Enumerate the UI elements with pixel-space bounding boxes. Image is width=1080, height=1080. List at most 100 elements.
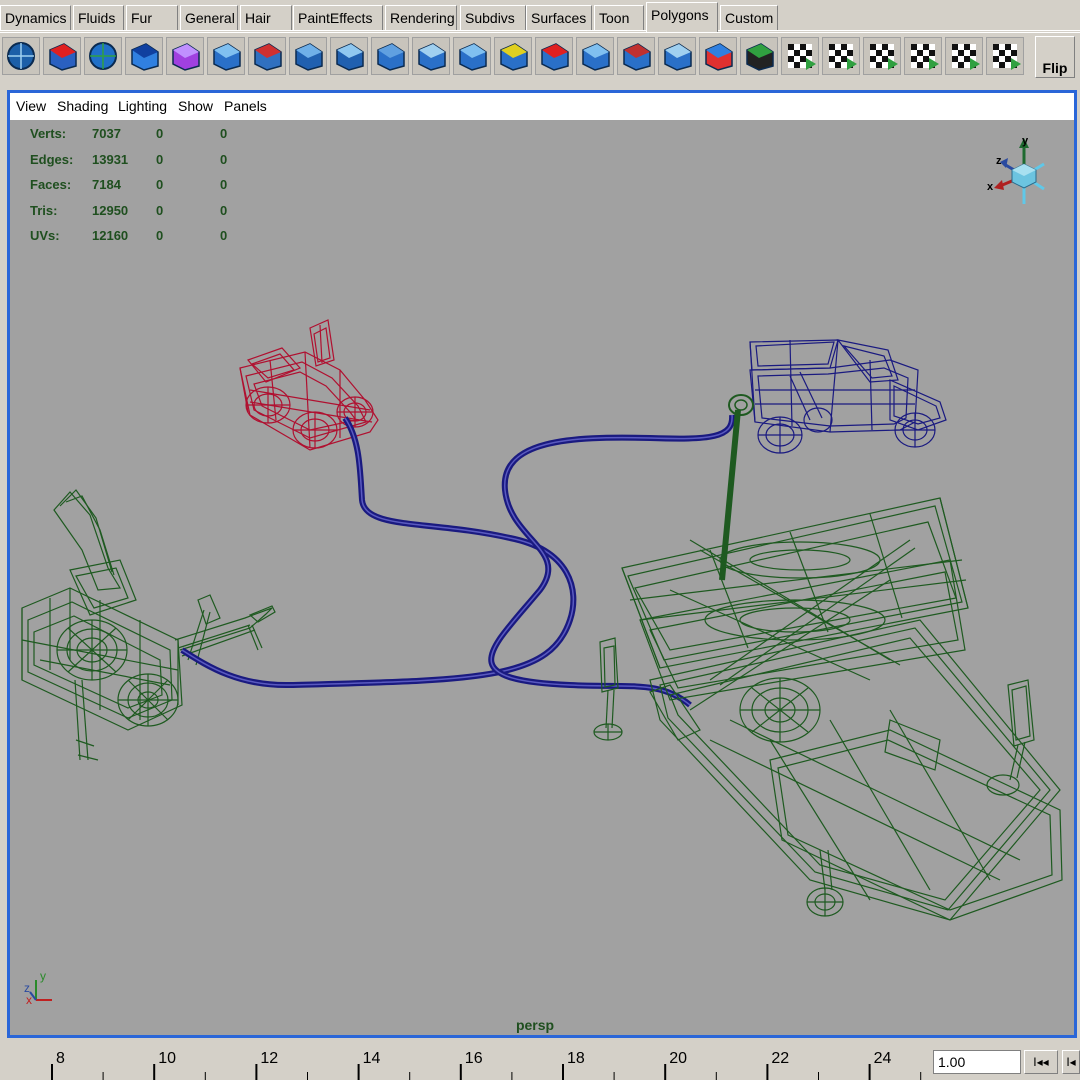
green-scissor-lift-trailer bbox=[593, 497, 1063, 921]
shelf-tab-fluids[interactable]: Fluids bbox=[73, 5, 124, 30]
spherical-map-icon bbox=[911, 44, 939, 70]
sphere-split-tool-button[interactable] bbox=[84, 37, 122, 75]
red-vehicle bbox=[239, 319, 379, 451]
purple-cube-icon bbox=[172, 43, 200, 71]
menu-show[interactable]: Show bbox=[178, 98, 213, 114]
shelf-tab-dynamics[interactable]: Dynamics bbox=[0, 5, 71, 30]
sphere-split-icon bbox=[89, 42, 117, 70]
time-tick-label: 22 bbox=[771, 1050, 789, 1067]
hud-row-tris: Tris: 12950 0 0 bbox=[10, 203, 310, 223]
extrude-edge-tool-button[interactable] bbox=[289, 37, 327, 75]
blue-cables bbox=[180, 414, 736, 708]
time-tick-label: 8 bbox=[56, 1050, 65, 1067]
quadrangulate-tool-button[interactable] bbox=[699, 37, 737, 75]
hud-highlighted: 0 bbox=[220, 177, 228, 192]
hud-selected: 0 bbox=[156, 228, 164, 243]
hud-selected: 0 bbox=[156, 126, 164, 141]
bevel-icon bbox=[336, 43, 364, 71]
purple-cube-tool-button[interactable] bbox=[166, 37, 204, 75]
time-tick-label: 24 bbox=[874, 1050, 892, 1067]
hud-total: 13931 bbox=[92, 151, 129, 167]
box-icon bbox=[418, 43, 446, 71]
cylindrical-map-tool-button[interactable] bbox=[863, 37, 901, 75]
cut-faces-tool-button[interactable] bbox=[248, 37, 286, 75]
hud-row-verts: Verts: 7037 0 0 bbox=[10, 126, 310, 146]
shelf-tab-fur[interactable]: Fur bbox=[126, 5, 178, 30]
shelf-tab-toon[interactable]: Toon bbox=[594, 5, 644, 30]
svg-text:y: y bbox=[1022, 135, 1029, 147]
menu-view[interactable]: View bbox=[16, 98, 46, 114]
spherical-map-tool-button[interactable] bbox=[904, 37, 942, 75]
shelf-tab-surfaces[interactable]: Surfaces bbox=[526, 5, 592, 30]
menu-panels[interactable]: Panels bbox=[224, 98, 267, 114]
merge-edge-tool-button[interactable] bbox=[576, 37, 614, 75]
cube-grid-tool-button[interactable] bbox=[43, 37, 81, 75]
cube-sphere-icon bbox=[131, 43, 159, 71]
hud-row-edges: Edges: 13931 0 0 bbox=[10, 152, 310, 172]
wedge-face-icon bbox=[500, 43, 528, 71]
hud-total: 7184 bbox=[92, 177, 121, 192]
shelf-tab-painteffects[interactable]: PaintEffects bbox=[293, 5, 383, 30]
go-to-start-button[interactable]: I◂ bbox=[1062, 1050, 1080, 1074]
shelf-tab-subdivs[interactable]: Subdivs bbox=[460, 5, 526, 30]
poly-count-hud: Verts: 7037 0 0 Edges: 13931 0 0 Faces: 7184 0 0 Tri… bbox=[10, 120, 310, 260]
menu-lighting[interactable]: Lighting bbox=[118, 98, 167, 114]
hud-selected: 0 bbox=[156, 177, 164, 192]
green-trailer-left bbox=[21, 489, 276, 761]
hud-highlighted: 0 bbox=[220, 151, 228, 167]
shelf-tab-rendering[interactable]: Rendering bbox=[385, 5, 457, 30]
shelf-tab-hair[interactable]: Hair bbox=[240, 5, 292, 30]
extrude-vertex-tool-button[interactable] bbox=[371, 37, 409, 75]
uv-map-tool-button[interactable] bbox=[822, 37, 860, 75]
smooth-tool-button[interactable] bbox=[535, 37, 573, 75]
uv-editor-tool-button[interactable] bbox=[986, 37, 1024, 75]
hud-total: 12160 bbox=[92, 228, 129, 243]
append-polygon-icon bbox=[664, 43, 692, 71]
wedge-face-tool-button[interactable] bbox=[494, 37, 532, 75]
sphere-tool-button[interactable] bbox=[2, 37, 40, 75]
hud-label: UVs: bbox=[30, 228, 60, 243]
shelf-tab-polygons[interactable]: Polygons bbox=[646, 2, 718, 32]
quadrangulate-icon bbox=[705, 43, 733, 71]
extrude-edge-icon bbox=[295, 43, 323, 71]
camera-name-label: persp bbox=[515, 1017, 555, 1033]
bevel-tool-button[interactable] bbox=[330, 37, 368, 75]
svg-text:x: x bbox=[26, 993, 32, 1007]
shelf-tab-custom[interactable]: Custom bbox=[720, 5, 778, 30]
menu-shading[interactable]: Shading bbox=[57, 98, 108, 114]
time-tick-label: 16 bbox=[465, 1050, 483, 1067]
append-polygon-tool-button[interactable] bbox=[658, 37, 696, 75]
time-tick-label: 14 bbox=[363, 1050, 381, 1067]
svg-text:z: z bbox=[996, 155, 1002, 167]
shelf-tab-bar: Dynamics Fluids Fur General Hair PaintEffects… bbox=[0, 0, 1080, 32]
perspective-viewport[interactable]: Verts: 7037 0 0 Edges: 13931 0 0 Faces: 7184 0 0 Tri… bbox=[10, 120, 1074, 1035]
time-tick-label: 20 bbox=[669, 1050, 687, 1067]
extrude-face-tool-button[interactable] bbox=[207, 37, 245, 75]
box-tool-button[interactable] bbox=[412, 37, 450, 75]
hud-highlighted: 0 bbox=[220, 202, 228, 218]
hud-row-faces: Faces: 7184 0 0 bbox=[10, 177, 310, 197]
automatic-map-tool-button[interactable] bbox=[945, 37, 983, 75]
current-time-field[interactable]: 1.00 bbox=[933, 1050, 1021, 1074]
shelf-tab-general[interactable]: General bbox=[180, 5, 238, 30]
hud-selected: 0 bbox=[156, 151, 164, 167]
time-slider: 8 10 12 14 16 18 20 22 24 1.00 I◂◂ I◂ bbox=[0, 1040, 1080, 1080]
flip-button[interactable]: Flip bbox=[1035, 36, 1075, 78]
triangulate-tool-button[interactable] bbox=[617, 37, 655, 75]
cube-sphere-tool-button[interactable] bbox=[125, 37, 163, 75]
tab-divider bbox=[0, 30, 1080, 31]
hud-label: Edges: bbox=[30, 151, 74, 167]
merge-edge-icon bbox=[582, 43, 610, 71]
checker-uv-icon bbox=[788, 44, 816, 70]
view-cube[interactable]: y z x bbox=[982, 134, 1052, 214]
split-polygon-tool-button[interactable] bbox=[453, 37, 491, 75]
time-ruler[interactable]: 8 10 12 14 16 18 20 22 24 bbox=[0, 1040, 925, 1080]
hud-selected: 0 bbox=[156, 202, 164, 218]
step-back-key-button[interactable]: I◂◂ bbox=[1024, 1050, 1058, 1074]
triangulate-icon bbox=[623, 43, 651, 71]
poke-face-tool-button[interactable] bbox=[740, 37, 778, 75]
extrude-vertex-icon bbox=[377, 43, 405, 71]
checker-uv-tool-button[interactable] bbox=[781, 37, 819, 75]
cut-faces-icon bbox=[254, 43, 282, 71]
cube-grid-icon bbox=[49, 43, 77, 71]
